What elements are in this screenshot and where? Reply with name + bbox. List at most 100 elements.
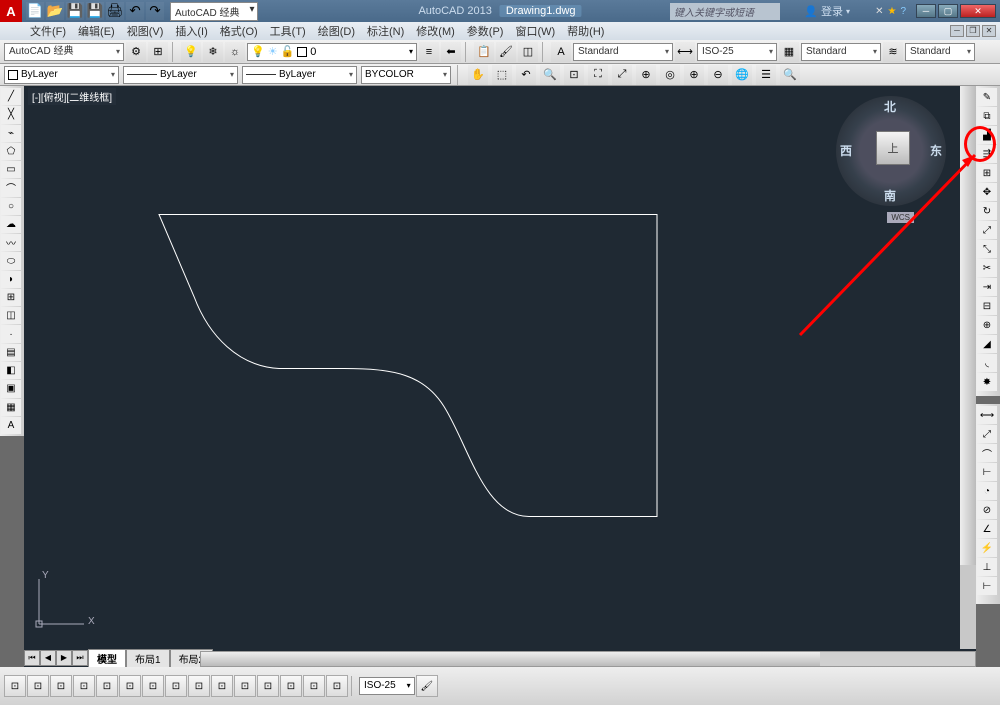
arc-icon[interactable]: ⌒ <box>1 179 21 196</box>
tab-next-icon[interactable]: ▶ <box>56 650 72 666</box>
block-create-icon[interactable]: ◫ <box>1 307 21 324</box>
snap-icon[interactable]: ⊡ <box>27 675 49 697</box>
trim-icon[interactable]: ✂ <box>977 259 997 277</box>
nv-find-icon[interactable]: 🔍 <box>780 65 800 85</box>
menu-param[interactable]: 参数(P) <box>461 23 510 39</box>
nv-out-icon[interactable]: ⊖ <box>708 65 728 85</box>
fillet-icon[interactable]: ◟ <box>977 354 997 372</box>
am-icon[interactable]: ⊡ <box>326 675 348 697</box>
stretch-icon[interactable]: ⤡ <box>977 240 997 258</box>
tab-last-icon[interactable]: ⏭ <box>72 650 88 666</box>
dim-continue-icon[interactable]: ⊢ <box>977 577 997 595</box>
status-brush-icon[interactable]: 🖌 <box>416 675 438 697</box>
help-icon[interactable]: ? <box>900 6 906 17</box>
saveas-icon[interactable]: 💾 <box>86 2 104 20</box>
otrack-icon[interactable]: ⊡ <box>165 675 187 697</box>
point-icon[interactable]: · <box>1 325 21 342</box>
workspace-combo[interactable]: AutoCAD 经典 <box>4 43 124 61</box>
app-menu-button[interactable]: A <box>0 0 22 22</box>
menu-draw[interactable]: 绘图(D) <box>312 23 361 39</box>
tab-layout1[interactable]: 布局1 <box>126 649 170 667</box>
copy-icon[interactable]: ⧉ <box>977 107 997 125</box>
dim-ordinate-icon[interactable]: ⊢ <box>977 463 997 481</box>
mdi-min-button[interactable]: ─ <box>950 25 964 37</box>
3dosnap-icon[interactable]: ⊡ <box>142 675 164 697</box>
block-insert-icon[interactable]: ⊞ <box>1 289 21 306</box>
dim-aligned-icon[interactable]: ⤢ <box>977 425 997 443</box>
menu-help[interactable]: 帮助(H) <box>561 23 610 39</box>
dim-arc-icon[interactable]: ⌒ <box>977 444 997 462</box>
text-style-icon[interactable]: A <box>551 42 571 62</box>
dim-radius-icon[interactable]: ◔ <box>977 482 997 500</box>
mirror-icon[interactable]: ▟ <box>977 126 997 144</box>
tab-prev-icon[interactable]: ◀ <box>40 650 56 666</box>
wcs-badge[interactable]: WCS <box>887 212 914 223</box>
ortho-icon[interactable]: ⊡ <box>73 675 95 697</box>
nv-pan-icon[interactable]: ✋ <box>468 65 488 85</box>
status-dim-combo[interactable]: ISO-25 <box>359 677 415 695</box>
tab-first-icon[interactable]: ⏮ <box>24 650 40 666</box>
table-style-icon[interactable]: ▦ <box>779 42 799 62</box>
hatch-icon[interactable]: ▤ <box>1 344 21 361</box>
maximize-button[interactable]: ▢ <box>938 4 958 18</box>
dim-style-icon[interactable]: ⟷ <box>675 42 695 62</box>
spline-icon[interactable]: 〰 <box>1 234 21 251</box>
ltype-combo[interactable]: ByLayer <box>123 66 238 84</box>
polyline-icon[interactable]: ⌁ <box>1 125 21 142</box>
close-button[interactable]: ✕ <box>960 4 996 18</box>
save-icon[interactable]: 💾 <box>66 2 84 20</box>
workspace-selector[interactable]: AutoCAD 经典▾ <box>170 2 258 21</box>
join-icon[interactable]: ⊕ <box>977 316 997 334</box>
layer-prev-icon[interactable]: ⬅ <box>441 42 461 62</box>
erase-icon[interactable]: ✎ <box>977 88 997 106</box>
menu-modify[interactable]: 修改(M) <box>410 23 461 39</box>
extend-icon[interactable]: ⇥ <box>977 278 997 296</box>
ml-style-combo[interactable]: Standard <box>905 43 975 61</box>
viewcube-east[interactable]: 东 <box>930 142 942 159</box>
open-icon[interactable]: 📂 <box>46 2 64 20</box>
viewcube-west[interactable]: 西 <box>840 142 852 159</box>
menu-format[interactable]: 格式(O) <box>214 23 264 39</box>
circle-icon[interactable]: ○ <box>1 198 21 215</box>
menu-edit[interactable]: 编辑(E) <box>72 23 121 39</box>
dim-baseline-icon[interactable]: ⊥ <box>977 558 997 576</box>
region-icon[interactable]: ▣ <box>1 380 21 397</box>
grid-icon[interactable]: ⊡ <box>50 675 72 697</box>
rectangle-icon[interactable]: ▭ <box>1 161 21 178</box>
offset-icon[interactable]: ⇶ <box>977 145 997 163</box>
layer-freeze-icon[interactable]: ❄ <box>203 42 223 62</box>
layer-off-icon[interactable]: ☼ <box>225 42 245 62</box>
mdi-close-button[interactable]: ✕ <box>982 25 996 37</box>
ellipse-arc-icon[interactable]: ◗ <box>1 271 21 288</box>
construction-line-icon[interactable]: ╳ <box>1 106 21 123</box>
nv-in-icon[interactable]: ⊕ <box>684 65 704 85</box>
text-icon[interactable]: A <box>1 417 21 434</box>
ws-save-icon[interactable]: ⊞ <box>148 42 168 62</box>
line-icon[interactable]: ╱ <box>1 88 21 105</box>
nv-extents-icon[interactable]: ⛶ <box>588 65 608 85</box>
drawing-area[interactable]: [-][俯视][二维线框] Y X 北 南 西 东 上 WCS <box>24 86 976 667</box>
vertical-scrollbar[interactable] <box>960 86 976 649</box>
tpy-icon[interactable]: ⊡ <box>257 675 279 697</box>
matchprop-icon[interactable]: 🖌 <box>496 42 516 62</box>
layer-manager-icon[interactable]: 💡 <box>181 42 201 62</box>
horizontal-scrollbar[interactable] <box>200 651 976 667</box>
table-style-combo[interactable]: Standard <box>801 43 881 61</box>
lwt-icon[interactable]: ⊡ <box>234 675 256 697</box>
nv-realtime-icon[interactable]: 🔍 <box>540 65 560 85</box>
nv-all-icon[interactable]: ⊡ <box>564 65 584 85</box>
nv-center-icon[interactable]: ⊕ <box>636 65 656 85</box>
menu-dimension[interactable]: 标注(N) <box>361 23 410 39</box>
dim-linear-icon[interactable]: ⟷ <box>977 406 997 424</box>
paste-icon[interactable]: 📋 <box>474 42 494 62</box>
break-icon[interactable]: ⊟ <box>977 297 997 315</box>
dim-diameter-icon[interactable]: ⊘ <box>977 501 997 519</box>
osnap-icon[interactable]: ⊡ <box>119 675 141 697</box>
ducs-icon[interactable]: ⊡ <box>188 675 210 697</box>
layer-combo[interactable]: 💡 ☀ 🔓 0 ▾ <box>247 43 417 61</box>
dyn-icon[interactable]: ⊡ <box>211 675 233 697</box>
revcloud-icon[interactable]: ☁ <box>1 216 21 233</box>
viewcube-south[interactable]: 南 <box>884 187 896 204</box>
text-style-combo[interactable]: Standard <box>573 43 673 61</box>
menu-file[interactable]: 文件(F) <box>24 23 72 39</box>
